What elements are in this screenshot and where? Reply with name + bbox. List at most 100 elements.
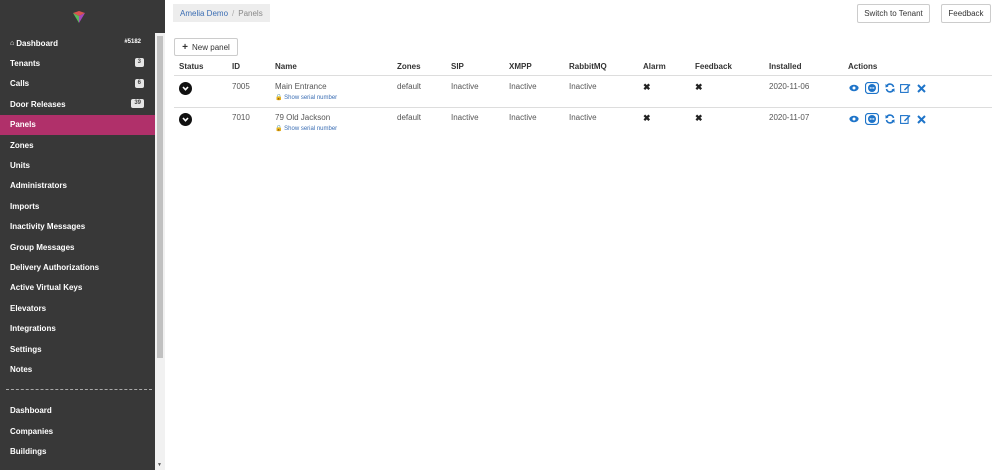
sidebar-item-label: Door Releases <box>10 99 66 109</box>
close-icon[interactable] <box>917 115 926 126</box>
column-header-id: ID <box>232 62 240 71</box>
sidebar-item-label: Elevators <box>10 303 47 313</box>
chevron-down-circle-icon[interactable] <box>179 113 192 126</box>
row-rabbitmq: Inactive <box>569 82 597 91</box>
home-icon: ⌂ <box>10 39 15 47</box>
table-header-divider <box>174 75 992 76</box>
sidebar-item-imports[interactable]: Imports <box>0 196 155 216</box>
feedback-button[interactable]: Feedback <box>941 4 991 23</box>
column-header-name: Name <box>275 62 297 71</box>
sidebar-item-label: Dashboard <box>16 38 59 48</box>
edit-icon[interactable] <box>900 83 911 95</box>
sidebar-item-label: Group Messages <box>10 242 75 252</box>
eye-icon[interactable] <box>849 115 859 125</box>
breadcrumb-separator: / <box>232 8 235 18</box>
sidebar-scrollbar[interactable]: ▼ <box>155 33 165 470</box>
scroll-down-arrow-icon[interactable]: ▼ <box>157 462 162 468</box>
chat-bubble-icon[interactable] <box>864 112 880 127</box>
row-name: Main Entrance <box>275 82 327 91</box>
edit-icon[interactable] <box>900 114 911 126</box>
sidebar-item-integrations[interactable]: Integrations <box>0 318 155 338</box>
sidebar-item-calls[interactable]: Calls 6 <box>0 74 155 94</box>
sidebar-item-label: Settings <box>10 344 42 354</box>
breadcrumb-parent-link[interactable]: Amelia Demo <box>180 9 228 18</box>
row-rabbitmq: Inactive <box>569 113 597 122</box>
column-header-sip: SIP <box>451 62 464 71</box>
show-serial-number-link[interactable]: 🔒 Show serial number <box>275 94 337 101</box>
breadcrumb-current: Panels <box>238 8 263 18</box>
sidebar-item-label: Buildings <box>10 447 47 457</box>
sidebar-item-tenants[interactable]: Tenants 3 <box>0 53 155 73</box>
sidebar-divider <box>6 388 152 401</box>
row-sip: Inactive <box>451 113 479 122</box>
column-header-status: Status <box>179 62 204 71</box>
sidebar-item-label: Zones <box>10 140 34 150</box>
sidebar-item-elevators[interactable]: Elevators <box>0 298 155 318</box>
sidebar-item-zones[interactable]: Zones <box>0 135 155 155</box>
row-alarm: ✖ <box>643 82 651 92</box>
sidebar-item-label: Notes <box>10 364 33 374</box>
serial-link-label: Show serial number <box>284 95 338 101</box>
sidebar: ⌂ Dashboard #5182 Tenants 3 Calls 6 Door… <box>0 0 165 470</box>
column-header-zones: Zones <box>397 62 421 71</box>
lock-icon: 🔒 <box>275 95 283 101</box>
row-feedback: ✖ <box>695 82 703 92</box>
sidebar-item-door-releases[interactable]: Door Releases 39 <box>0 94 155 114</box>
refresh-icon[interactable] <box>885 114 895 126</box>
sidebar-item-label: Dashboard <box>10 406 52 416</box>
switch-to-tenant-button[interactable]: Switch to Tenant <box>857 4 930 23</box>
sidebar-badge: 39 <box>131 99 144 109</box>
sidebar-item-group-messages[interactable]: Group Messages <box>0 237 155 257</box>
column-header-feedback: Feedback <box>695 62 732 71</box>
sidebar-item-dashboard[interactable]: ⌂ Dashboard #5182 <box>0 33 155 53</box>
sidebar-badge: 6 <box>134 78 144 88</box>
sidebar-item-units[interactable]: Units <box>0 155 155 175</box>
column-header-rabbitmq: RabbitMQ <box>569 62 607 71</box>
column-header-installed: Installed <box>769 62 802 71</box>
row-xmpp: Inactive <box>509 113 537 122</box>
chevron-down-circle-icon[interactable] <box>179 82 192 95</box>
sidebar-item-global-dashboard[interactable]: Dashboard <box>0 401 155 421</box>
close-icon[interactable] <box>917 84 926 95</box>
sidebar-item-label: Integrations <box>10 324 56 334</box>
row-sip: Inactive <box>451 82 479 91</box>
sidebar-item-label: Panels <box>10 120 36 130</box>
scrollbar-thumb[interactable] <box>157 36 163 358</box>
logo-icon <box>72 10 85 23</box>
sidebar-item-label: Administrators <box>10 181 67 191</box>
breadcrumb: Amelia Demo / Panels <box>173 4 270 22</box>
plus-icon: + <box>182 41 189 53</box>
row-installed: 2020-11-07 <box>769 113 810 122</box>
row-xmpp: Inactive <box>509 82 537 91</box>
refresh-icon[interactable] <box>885 83 895 95</box>
eye-icon[interactable] <box>849 84 859 94</box>
chat-bubble-icon[interactable] <box>864 81 880 96</box>
sidebar-item-notes[interactable]: Notes <box>0 359 155 379</box>
show-serial-number-link[interactable]: 🔒 Show serial number <box>275 125 337 132</box>
row-zones: default <box>397 82 422 91</box>
column-header-actions: Actions <box>848 62 878 71</box>
sidebar-item-companies[interactable]: Companies <box>0 421 155 441</box>
sidebar-count: #5182 <box>124 39 141 45</box>
sidebar-item-label: Companies <box>10 426 54 436</box>
lock-icon: 🔒 <box>275 126 283 132</box>
sidebar-item-settings[interactable]: Settings <box>0 339 155 359</box>
sidebar-item-active-virtual-keys[interactable]: Active Virtual Keys <box>0 278 155 298</box>
row-alarm: ✖ <box>643 113 651 123</box>
sidebar-item-label: Tenants <box>10 59 41 69</box>
column-header-alarm: Alarm <box>643 62 666 71</box>
row-feedback: ✖ <box>695 113 703 123</box>
sidebar-item-panels[interactable]: Panels <box>0 114 155 135</box>
sidebar-item-delivery-authorizations[interactable]: Delivery Authorizations <box>0 257 155 277</box>
sidebar-item-label: Calls <box>10 79 30 89</box>
row-installed: 2020-11-06 <box>769 82 810 91</box>
sidebar-item-buildings[interactable]: Buildings <box>0 441 155 461</box>
sidebar-item-label: Units <box>10 161 30 171</box>
row-zones: default <box>397 113 422 122</box>
sidebar-item-administrators[interactable]: Administrators <box>0 176 155 196</box>
sidebar-badge: 3 <box>134 58 144 68</box>
new-panel-button[interactable]: + New panel <box>174 38 238 56</box>
logo[interactable] <box>0 0 165 33</box>
sidebar-item-inactivity-messages[interactable]: Inactivity Messages <box>0 217 155 237</box>
row-divider <box>174 107 992 108</box>
